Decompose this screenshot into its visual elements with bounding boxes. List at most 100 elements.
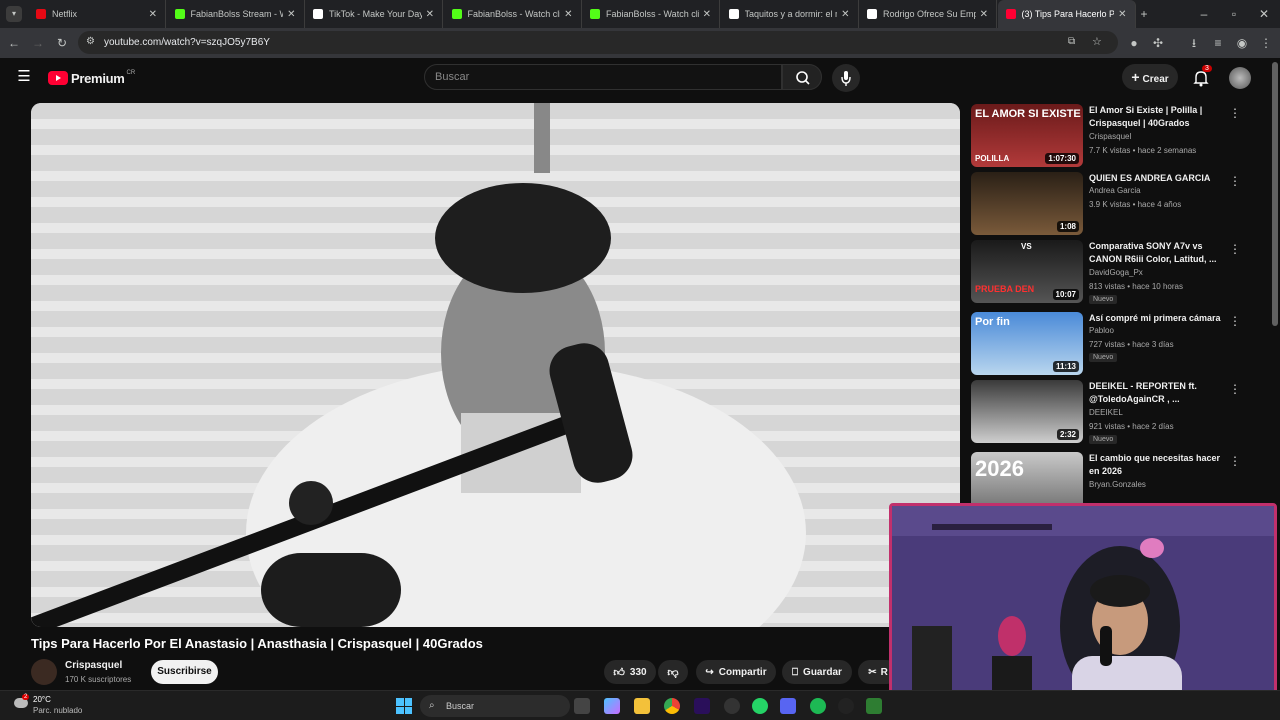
video-player[interactable] xyxy=(31,103,960,627)
thumbs-down-icon: 👎︎ xyxy=(667,666,679,679)
tab-close-icon[interactable]: ✕ xyxy=(564,9,572,20)
user-avatar[interactable] xyxy=(1229,67,1251,89)
channel-name[interactable]: Crispasquel xyxy=(65,660,122,671)
more-options-icon[interactable]: ⋮ xyxy=(1229,382,1241,396)
recommendation-channel[interactable]: Crispasquel xyxy=(1089,132,1131,141)
download-icon[interactable]: ⭳ xyxy=(1186,35,1202,51)
create-button[interactable]: + Crear xyxy=(1122,64,1178,90)
video-thumbnail[interactable]: EL AMOR SI EXISTE POLILLA 1:07:30 xyxy=(971,104,1083,167)
media-icon[interactable]: ≡ xyxy=(1210,35,1226,51)
bookmark-star-icon[interactable]: ☆ xyxy=(1092,34,1102,50)
extensions-puzzle-icon[interactable]: ✣ xyxy=(1150,35,1166,51)
address-bar[interactable]: ⚙ youtube.com/watch?v=szqJO5y7B6Y ⧉ ☆ xyxy=(78,31,1118,54)
recommendation-channel[interactable]: Bryan.Gonzales xyxy=(1089,480,1146,489)
tab-list-icon[interactable]: ▾ xyxy=(6,6,22,22)
tab-favicon-icon xyxy=(451,9,462,19)
browser-tab[interactable]: Taquitos y a dormir: el ma✕ xyxy=(721,0,859,28)
browser-tab[interactable]: (3) Tips Para Hacerlo Por ✕ xyxy=(997,0,1136,28)
share-button[interactable]: ↪ Compartir xyxy=(696,660,776,684)
duration-badge: 11:13 xyxy=(1052,361,1079,372)
browser-tab[interactable]: Netflix ✕ xyxy=(28,0,166,28)
maximize-icon[interactable]: ▫ xyxy=(1226,6,1242,22)
chrome-icon[interactable] xyxy=(664,698,680,714)
subscribe-button[interactable]: Suscribirse xyxy=(151,660,218,684)
reload-icon[interactable]: ↻ xyxy=(54,35,70,51)
search-button[interactable] xyxy=(782,64,822,90)
file-explorer-icon[interactable] xyxy=(634,698,650,714)
premiere-icon[interactable] xyxy=(694,698,710,714)
recommendation-channel[interactable]: Andrea Garcia xyxy=(1089,186,1141,195)
recommendation-title[interactable]: El Amor Si Existe | Polilla | Crispasque… xyxy=(1089,104,1221,130)
app-green-icon[interactable] xyxy=(866,698,882,714)
weather-widget[interactable]: 2 20°C Parc. nublado xyxy=(10,694,100,718)
recommendation-title[interactable]: QUIEN ES ANDREA GARCIA xyxy=(1089,172,1221,185)
channel-avatar[interactable] xyxy=(31,659,57,685)
recommendation-title[interactable]: El cambio que necesitas hacer en 2026 xyxy=(1089,452,1221,478)
search-input[interactable]: Buscar xyxy=(424,64,782,90)
copilot-icon[interactable] xyxy=(604,698,620,714)
browser-tab[interactable]: FabianBolss Stream - Wat✕ xyxy=(167,0,305,28)
minimize-icon[interactable]: – xyxy=(1196,6,1212,22)
more-options-icon[interactable]: ⋮ xyxy=(1229,174,1241,188)
close-window-icon[interactable]: ✕ xyxy=(1256,6,1272,22)
tab-close-icon[interactable]: ✕ xyxy=(426,9,434,20)
task-view-icon[interactable] xyxy=(574,698,590,714)
more-options-icon[interactable]: ⋮ xyxy=(1229,106,1241,120)
tab-favicon-icon xyxy=(174,9,185,19)
tab-close-icon[interactable]: ✕ xyxy=(287,9,295,20)
app-icon[interactable] xyxy=(724,698,740,714)
windows-start-icon[interactable] xyxy=(396,698,412,714)
recommendation-title[interactable]: Comparativa SONY A7v vs CANON R6iii Colo… xyxy=(1089,240,1221,266)
video-thumbnail[interactable]: 2:32 xyxy=(971,380,1083,443)
more-options-icon[interactable]: ⋮ xyxy=(1229,314,1241,328)
video-thumbnail[interactable]: 1:08 xyxy=(971,172,1083,235)
duration-badge: 2:32 xyxy=(1056,429,1079,440)
discord-icon[interactable] xyxy=(780,698,796,714)
browser-menu-icon[interactable]: ⋮ xyxy=(1258,35,1274,51)
hamburger-menu-icon[interactable]: ☰ xyxy=(14,69,34,85)
tab-close-icon[interactable]: ✕ xyxy=(841,9,849,20)
more-options-icon[interactable]: ⋮ xyxy=(1229,242,1241,256)
save-button[interactable]: ⎕ Guardar xyxy=(782,660,852,684)
dislike-button[interactable]: 👎︎ xyxy=(658,660,688,684)
video-thumbnail[interactable]: PRUEBA DEN VS 10:07 xyxy=(971,240,1083,303)
spotify-icon[interactable] xyxy=(810,698,826,714)
whatsapp-icon[interactable] xyxy=(752,698,768,714)
notifications-button[interactable]: 3 xyxy=(1190,65,1212,89)
thumbnail-subtext: VS xyxy=(1021,242,1032,251)
browser-tab[interactable]: FabianBolss - Watch clips✕ xyxy=(582,0,720,28)
voice-search-button[interactable] xyxy=(832,64,860,92)
forward-icon[interactable]: → xyxy=(30,35,46,51)
tab-close-icon[interactable]: ✕ xyxy=(703,9,711,20)
recommendation-item[interactable]: EL AMOR SI EXISTE POLILLA 1:07:30 El Amor S… xyxy=(971,104,1261,168)
browser-tab[interactable]: Rodrigo Ofrece Su Empre ✕ xyxy=(859,0,997,28)
video-thumbnail[interactable]: Por fin 11:13 xyxy=(971,312,1083,375)
browser-tab[interactable]: TikTok - Make Your Day ✕ xyxy=(305,0,443,28)
more-options-icon[interactable]: ⋮ xyxy=(1229,454,1241,468)
recommendation-item[interactable]: 2:32 DEEIKEL - REPORTEN ft. @ToledoAgainC… xyxy=(971,380,1261,444)
recommendation-item[interactable]: 1:08 QUIEN ES ANDREA GARCIA Andrea Garcia 3… xyxy=(971,172,1261,236)
install-icon[interactable]: ⧉ xyxy=(1068,34,1075,50)
extension-icon[interactable]: ● xyxy=(1126,35,1142,51)
recommendation-item[interactable]: PRUEBA DEN VS 10:07 Comparativa SONY A7v vs… xyxy=(971,240,1261,304)
browser-tab[interactable]: FabianBolss - Watch clips✕ xyxy=(444,0,582,28)
recommendation-channel[interactable]: DEEIKEL xyxy=(1089,408,1123,417)
site-info-icon[interactable]: ⚙ xyxy=(86,34,95,50)
recommendation-item[interactable]: Por fin 11:13 Así compré mi primera cámara… xyxy=(971,312,1261,376)
recommendation-title[interactable]: Así compré mi primera cámara xyxy=(1089,312,1221,325)
terminal-icon[interactable] xyxy=(838,698,854,714)
taskbar-search[interactable]: ⌕ Buscar xyxy=(420,695,570,717)
tab-close-icon[interactable]: ✕ xyxy=(980,9,988,20)
youtube-logo[interactable]: Premium CR xyxy=(48,69,135,87)
back-icon[interactable]: ← xyxy=(6,35,22,51)
tab-close-icon[interactable]: ✕ xyxy=(149,9,157,20)
weather-desc: Parc. nublado xyxy=(33,706,83,715)
like-button[interactable]: 👍︎ 330 xyxy=(604,660,656,684)
tab-close-icon[interactable]: ✕ xyxy=(1118,9,1126,20)
profile-icon[interactable]: ◉ xyxy=(1234,35,1250,51)
recommendation-channel[interactable]: DavidGoga_Px xyxy=(1089,268,1143,277)
recommendation-title[interactable]: DEEIKEL - REPORTEN ft. @ToledoAgainCR , … xyxy=(1089,380,1221,406)
new-tab-icon[interactable]: + xyxy=(1136,6,1152,22)
recommendation-channel[interactable]: Pabloo xyxy=(1089,326,1114,335)
tab-title: FabianBolss - Watch clips xyxy=(467,9,561,19)
